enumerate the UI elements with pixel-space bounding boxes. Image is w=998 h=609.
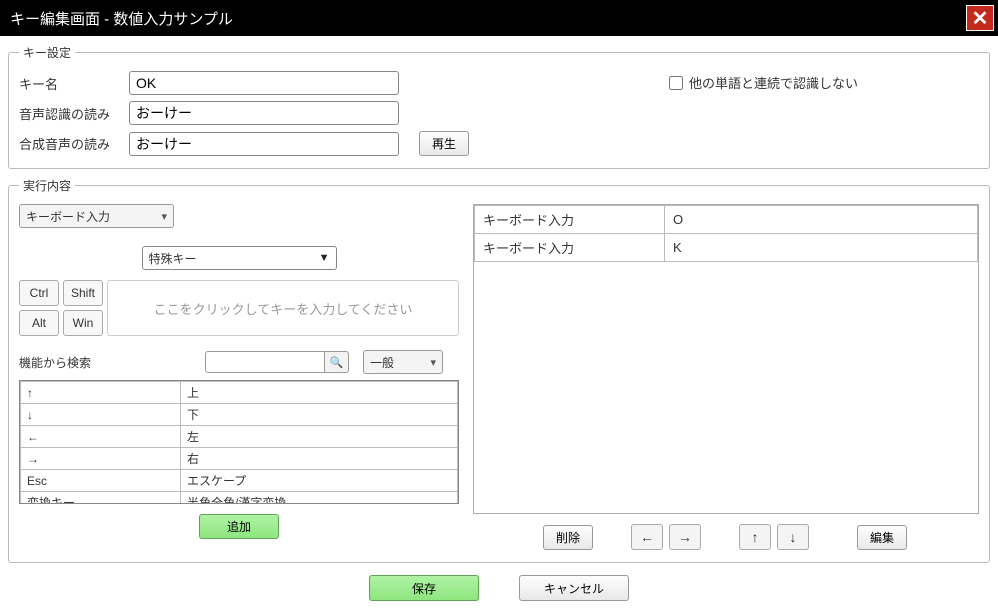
no-continuous-checkbox[interactable] (669, 76, 683, 90)
table-row[interactable]: →右 (21, 448, 458, 470)
move-up-button[interactable]: ↑ (739, 524, 771, 550)
close-button[interactable]: ✕ (966, 5, 994, 31)
key-input-area[interactable]: ここをクリックしてキーを入力してください (107, 280, 459, 336)
arrow-up-icon: ↑ (752, 529, 759, 545)
play-button[interactable]: 再生 (419, 131, 469, 156)
synth-input[interactable] (129, 132, 399, 156)
arrow-down-icon: ↓ (790, 529, 797, 545)
table-row[interactable]: Escエスケープ (21, 470, 458, 492)
seq-type-cell: キーボード入力 (475, 206, 665, 234)
category-value: 一般 (370, 354, 394, 371)
func-key-cell: → (21, 448, 181, 470)
func-desc-cell: 上 (181, 382, 458, 404)
table-row[interactable]: キーボード入力O (475, 206, 978, 234)
func-key-cell: ↑ (21, 382, 181, 404)
table-row[interactable]: キーボード入力K (475, 234, 978, 262)
search-button[interactable]: 🔍 (325, 351, 349, 373)
move-down-button[interactable]: ↓ (777, 524, 809, 550)
func-desc-cell: 左 (181, 426, 458, 448)
search-icon: 🔍 (330, 356, 344, 369)
exec-legend: 実行内容 (19, 177, 75, 194)
input-type-combo[interactable]: キーボード入力 (19, 204, 174, 228)
win-modifier-button[interactable]: Win (63, 310, 103, 336)
no-continuous-label: 他の単語と連続で認識しない (689, 73, 858, 92)
func-key-cell: 変換キー (21, 492, 181, 505)
key-name-label: キー名 (19, 74, 129, 93)
special-key-combo[interactable]: 特殊キー (142, 246, 337, 270)
seq-key-cell: K (665, 234, 978, 262)
cancel-button[interactable]: キャンセル (519, 575, 629, 601)
sequence-table: キーボード入力Oキーボード入力K (474, 205, 978, 262)
arrow-right-icon: → (678, 529, 692, 545)
function-search-label: 機能から検索 (19, 354, 199, 371)
close-icon: ✕ (972, 6, 989, 31)
func-desc-cell: 右 (181, 448, 458, 470)
exec-content-group: 実行内容 キーボード入力 特殊キー Ctrl Shift Alt Win (8, 177, 990, 563)
synth-label: 合成音声の読み (19, 134, 129, 153)
func-desc-cell: 下 (181, 404, 458, 426)
ctrl-modifier-button[interactable]: Ctrl (19, 280, 59, 306)
key-placeholder: ここをクリックしてキーを入力してください (154, 299, 413, 318)
arrow-left-icon: ← (640, 529, 654, 545)
seq-key-cell: O (665, 206, 978, 234)
seq-type-cell: キーボード入力 (475, 234, 665, 262)
key-settings-legend: キー設定 (19, 44, 75, 61)
save-button[interactable]: 保存 (369, 575, 479, 601)
key-settings-group: キー設定 キー名 音声認識の読み 合成音声の読み 再生 他 (8, 44, 990, 169)
delete-button[interactable]: 削除 (543, 525, 593, 550)
title-bar: キー編集画面 - 数値入力サンプル ✕ (0, 0, 998, 36)
special-key-value: 特殊キー (149, 250, 197, 267)
function-table: ↑上↓下←左→右Escエスケープ変換キー半角全角/漢字変換 (20, 381, 458, 504)
func-desc-cell: エスケープ (181, 470, 458, 492)
func-desc-cell: 半角全角/漢字変換 (181, 492, 458, 505)
reading-input[interactable] (129, 101, 399, 125)
key-name-input[interactable] (129, 71, 399, 95)
move-right-button[interactable]: → (669, 524, 701, 550)
alt-modifier-button[interactable]: Alt (19, 310, 59, 336)
function-search-input[interactable] (205, 351, 325, 373)
table-row[interactable]: 変換キー半角全角/漢字変換 (21, 492, 458, 505)
func-key-cell: Esc (21, 470, 181, 492)
function-table-scroll[interactable]: ↑上↓下←左→右Escエスケープ変換キー半角全角/漢字変換 (19, 380, 459, 504)
reading-label: 音声認識の読み (19, 104, 129, 123)
sequence-table-scroll[interactable]: キーボード入力Oキーボード入力K (473, 204, 979, 514)
table-row[interactable]: ↓下 (21, 404, 458, 426)
add-button[interactable]: 追加 (199, 514, 279, 539)
category-combo[interactable]: 一般 (363, 350, 443, 374)
table-row[interactable]: ←左 (21, 426, 458, 448)
func-key-cell: ← (21, 426, 181, 448)
edit-button[interactable]: 編集 (857, 525, 907, 550)
input-type-value: キーボード入力 (26, 208, 110, 225)
func-key-cell: ↓ (21, 404, 181, 426)
table-row[interactable]: ↑上 (21, 382, 458, 404)
shift-modifier-button[interactable]: Shift (63, 280, 103, 306)
window-title: キー編集画面 - 数値入力サンプル (10, 8, 233, 29)
move-left-button[interactable]: ← (631, 524, 663, 550)
